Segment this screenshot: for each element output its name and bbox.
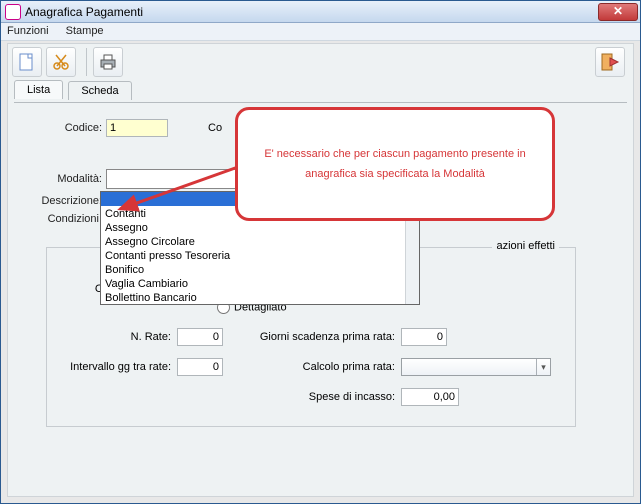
toolbar-cut-button[interactable] bbox=[46, 47, 76, 77]
nrate-input[interactable] bbox=[177, 328, 223, 346]
group-legend: azioni effetti bbox=[492, 240, 559, 252]
form-area: Codice: Co Modalità: ▾ Contanti Assegno … bbox=[8, 103, 633, 433]
toolbar-print-button[interactable] bbox=[93, 47, 123, 77]
descrizione-label: Descrizione: bbox=[18, 195, 106, 207]
dropdown-item[interactable]: Assegno Circolare bbox=[101, 234, 419, 248]
calcolo-prima-value bbox=[402, 359, 405, 371]
co-label: Co bbox=[208, 122, 222, 134]
scissors-icon bbox=[52, 53, 70, 71]
toolbar bbox=[8, 44, 633, 80]
calcolo-prima-label: Calcolo prima rata: bbox=[223, 361, 401, 373]
chevron-down-icon[interactable]: ▾ bbox=[536, 359, 550, 375]
codice-input[interactable] bbox=[106, 119, 168, 137]
exit-icon bbox=[600, 52, 620, 72]
tab-scheda[interactable]: Scheda bbox=[68, 81, 131, 100]
dropdown-item[interactable]: Bonifico bbox=[101, 262, 419, 276]
giorni-label: Giorni scadenza prima rata: bbox=[223, 331, 401, 343]
nrate-label: N. Rate: bbox=[57, 331, 177, 343]
page-icon bbox=[18, 52, 36, 72]
client-area: Lista Scheda Codice: Co Modalità: ▾ bbox=[7, 43, 634, 497]
callout-text: E' necessario che per ciascun pagamento … bbox=[252, 144, 538, 184]
app-icon bbox=[5, 4, 21, 20]
calcolo-prima-select[interactable]: ▾ bbox=[401, 358, 551, 376]
toolbar-exit-button[interactable] bbox=[595, 47, 625, 77]
window-title: Anagrafica Pagamenti bbox=[25, 5, 598, 19]
dropdown-item[interactable]: Bollettino Bancario bbox=[101, 290, 419, 304]
close-button[interactable]: ✕ bbox=[598, 3, 638, 21]
tab-lista[interactable]: Lista bbox=[14, 80, 63, 99]
spese-input[interactable] bbox=[401, 388, 459, 406]
intervallo-input[interactable] bbox=[177, 358, 223, 376]
menu-funzioni[interactable]: Funzioni bbox=[7, 25, 49, 37]
codice-label: Codice: bbox=[18, 122, 106, 134]
dropdown-item[interactable]: Vaglia Cambiario bbox=[101, 276, 419, 290]
window: Anagrafica Pagamenti ✕ Funzioni Stampe L… bbox=[0, 0, 641, 504]
toolbar-new-button[interactable] bbox=[12, 47, 42, 77]
tab-strip: Lista Scheda bbox=[8, 80, 633, 102]
callout-bubble: E' necessario che per ciascun pagamento … bbox=[235, 107, 555, 221]
menubar: Funzioni Stampe bbox=[1, 23, 640, 41]
dropdown-item[interactable]: Assegno bbox=[101, 220, 419, 234]
menu-stampe[interactable]: Stampe bbox=[66, 25, 104, 37]
condizioni-label: Condizioni: bbox=[18, 213, 106, 225]
dropdown-item[interactable]: Contanti presso Tesoreria bbox=[101, 248, 419, 262]
intervallo-label: Intervallo gg tra rate: bbox=[57, 361, 177, 373]
giorni-input[interactable] bbox=[401, 328, 447, 346]
spese-label: Spese di incasso: bbox=[223, 391, 401, 403]
toolbar-divider bbox=[86, 48, 87, 76]
titlebar: Anagrafica Pagamenti ✕ bbox=[1, 1, 640, 23]
printer-icon bbox=[98, 53, 118, 71]
modalita-label: Modalità: bbox=[18, 173, 106, 185]
